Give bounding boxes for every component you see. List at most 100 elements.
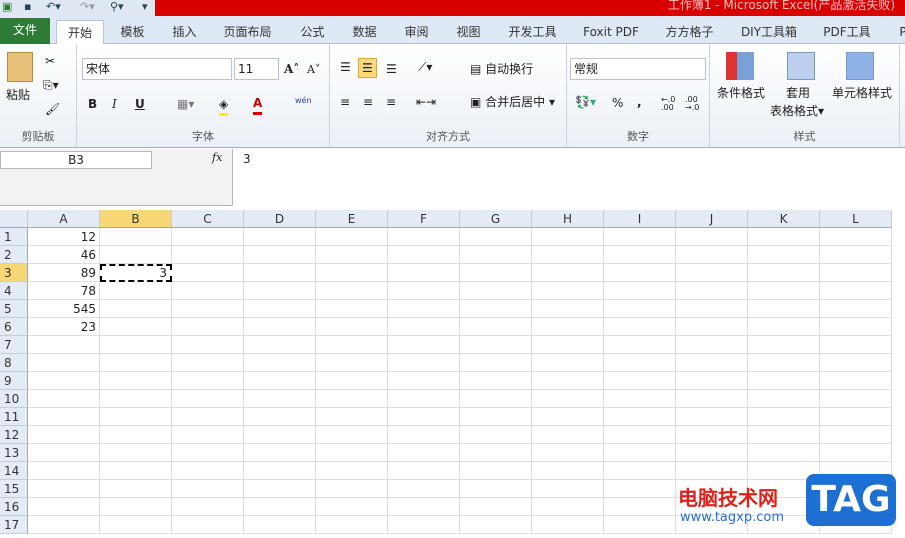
undo-icon[interactable]: ↶▾ (46, 0, 61, 14)
cell-C16[interactable] (172, 498, 244, 516)
cell-I14[interactable] (604, 462, 676, 480)
cell-A1[interactable]: 12 (28, 228, 100, 246)
formula-input[interactable]: 3 (232, 149, 905, 206)
cell-I9[interactable] (604, 372, 676, 390)
grow-font-icon[interactable]: A˄ (284, 60, 299, 78)
cell-K4[interactable] (748, 282, 820, 300)
bold-button[interactable]: B (88, 95, 97, 113)
save-icon[interactable]: ▪ (24, 0, 31, 14)
column-header-L[interactable]: L (820, 210, 892, 228)
font-color-button[interactable]: A (253, 94, 263, 115)
tab-formulas[interactable]: 公式 (290, 20, 335, 44)
column-header-C[interactable]: C (172, 210, 244, 228)
cell-D2[interactable] (244, 246, 316, 264)
tab-page-layout[interactable]: 页面布局 (215, 20, 280, 44)
cell-K11[interactable] (748, 408, 820, 426)
cell-L10[interactable] (820, 390, 892, 408)
cell-H10[interactable] (532, 390, 604, 408)
cell-F11[interactable] (388, 408, 460, 426)
increase-decimal-button[interactable]: ←.0 .00 (661, 96, 681, 112)
italic-button[interactable]: I (112, 95, 117, 113)
column-header-G[interactable]: G (460, 210, 532, 228)
cell-A13[interactable] (28, 444, 100, 462)
cell-H4[interactable] (532, 282, 604, 300)
cell-D5[interactable] (244, 300, 316, 318)
row-header-17[interactable]: 17 (0, 516, 28, 534)
cell-F15[interactable] (388, 480, 460, 498)
tab-more[interactable]: P (893, 20, 905, 44)
cell-E16[interactable] (316, 498, 388, 516)
table-format-button-line1[interactable]: 套用 (786, 84, 810, 102)
cell-L7[interactable] (820, 336, 892, 354)
cell-L11[interactable] (820, 408, 892, 426)
cell-K10[interactable] (748, 390, 820, 408)
cell-E6[interactable] (316, 318, 388, 336)
cell-L9[interactable] (820, 372, 892, 390)
column-header-I[interactable]: I (604, 210, 676, 228)
cell-B16[interactable] (100, 498, 172, 516)
cell-E1[interactable] (316, 228, 388, 246)
cell-E10[interactable] (316, 390, 388, 408)
conditional-format-button[interactable]: 条件格式 (717, 84, 765, 102)
cell-F13[interactable] (388, 444, 460, 462)
cell-H11[interactable] (532, 408, 604, 426)
cell-H1[interactable] (532, 228, 604, 246)
find-icon[interactable]: ⚲▾ (110, 0, 124, 14)
cell-D17[interactable] (244, 516, 316, 534)
cell-A8[interactable] (28, 354, 100, 372)
cell-H16[interactable] (532, 498, 604, 516)
cell-A17[interactable] (28, 516, 100, 534)
cell-H2[interactable] (532, 246, 604, 264)
column-header-D[interactable]: D (244, 210, 316, 228)
cell-D1[interactable] (244, 228, 316, 246)
cell-D6[interactable] (244, 318, 316, 336)
row-header-11[interactable]: 11 (0, 408, 28, 426)
align-bottom-icon[interactable]: ☰ (386, 60, 397, 78)
column-header-J[interactable]: J (676, 210, 748, 228)
cell-L13[interactable] (820, 444, 892, 462)
cell-G1[interactable] (460, 228, 532, 246)
cell-A5[interactable]: 545 (28, 300, 100, 318)
cell-A2[interactable]: 46 (28, 246, 100, 264)
cell-C14[interactable] (172, 462, 244, 480)
paste-button[interactable]: 粘贴 (6, 86, 30, 104)
cell-K2[interactable] (748, 246, 820, 264)
cell-J11[interactable] (676, 408, 748, 426)
cell-H6[interactable] (532, 318, 604, 336)
align-middle-icon[interactable]: ☰ (358, 58, 377, 78)
cell-D14[interactable] (244, 462, 316, 480)
cell-K9[interactable] (748, 372, 820, 390)
cell-A4[interactable]: 78 (28, 282, 100, 300)
font-name-select[interactable]: 宋体 (82, 58, 232, 80)
align-center-icon[interactable]: ≡ (363, 93, 373, 111)
cell-J3[interactable] (676, 264, 748, 282)
cell-I11[interactable] (604, 408, 676, 426)
cell-A11[interactable] (28, 408, 100, 426)
cell-E11[interactable] (316, 408, 388, 426)
cell-E7[interactable] (316, 336, 388, 354)
row-header-3[interactable]: 3 (0, 264, 28, 282)
cell-D3[interactable] (244, 264, 316, 282)
cell-C17[interactable] (172, 516, 244, 534)
cell-C6[interactable] (172, 318, 244, 336)
cell-I5[interactable] (604, 300, 676, 318)
cell-J12[interactable] (676, 426, 748, 444)
cell-G10[interactable] (460, 390, 532, 408)
cell-A10[interactable] (28, 390, 100, 408)
cell-F4[interactable] (388, 282, 460, 300)
cell-B6[interactable] (100, 318, 172, 336)
font-size-select[interactable]: 11 (234, 58, 279, 80)
cell-F10[interactable] (388, 390, 460, 408)
cell-K13[interactable] (748, 444, 820, 462)
orientation-icon[interactable]: ⟋▾ (418, 58, 432, 76)
cell-L5[interactable] (820, 300, 892, 318)
cell-E8[interactable] (316, 354, 388, 372)
cell-G2[interactable] (460, 246, 532, 264)
cell-G13[interactable] (460, 444, 532, 462)
cell-C1[interactable] (172, 228, 244, 246)
cell-C9[interactable] (172, 372, 244, 390)
cell-I2[interactable] (604, 246, 676, 264)
cut-icon[interactable]: ✂ (45, 52, 55, 70)
cell-J6[interactable] (676, 318, 748, 336)
cell-J5[interactable] (676, 300, 748, 318)
